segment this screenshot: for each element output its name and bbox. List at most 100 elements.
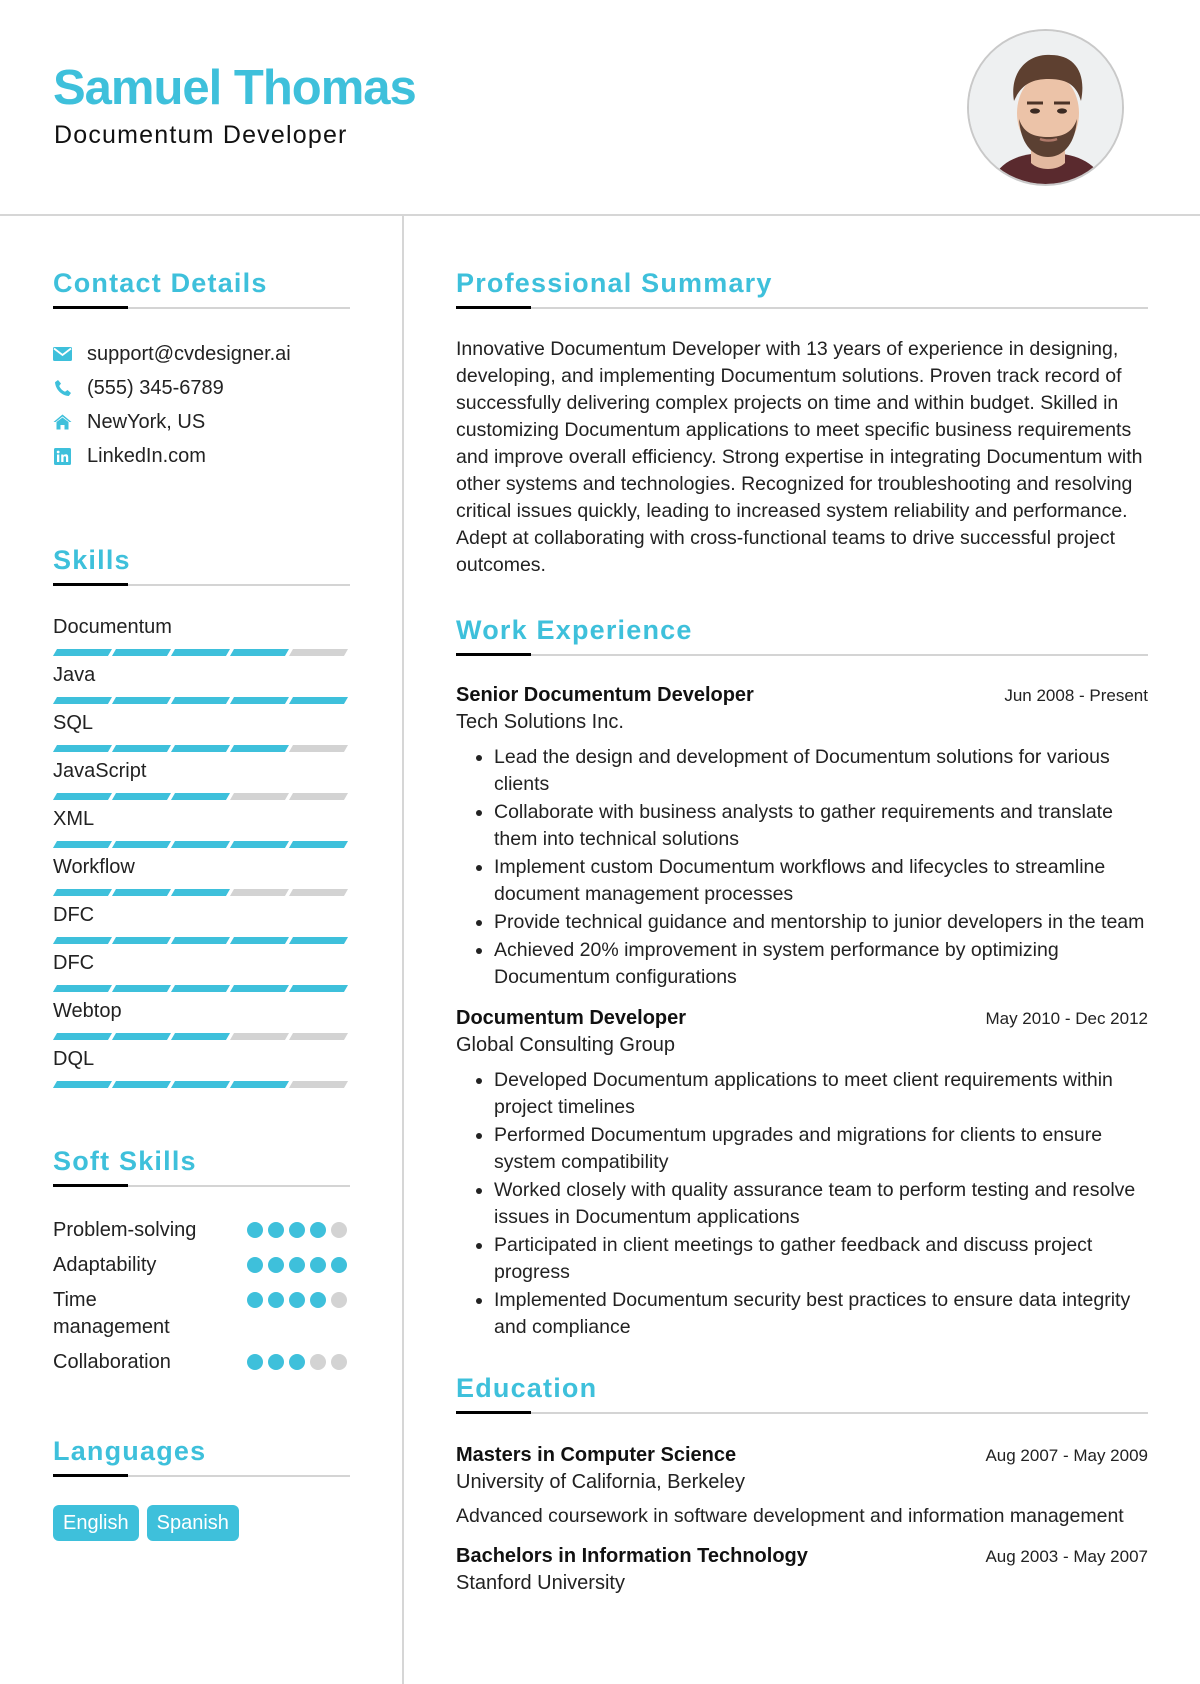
skill-item: DFC (52, 902, 350, 944)
section-title: Professional Summary (456, 268, 773, 298)
soft-skill-rating (247, 1292, 347, 1308)
linkedin-icon (53, 447, 72, 466)
skill-level-bar (52, 985, 350, 992)
section-title: Languages (53, 1436, 207, 1466)
contact-linkedin[interactable]: LinkedIn.com (53, 439, 350, 473)
experience-section: Work Experience Senior Documentum Develo… (456, 613, 1148, 1341)
skill-name: Java (53, 664, 96, 686)
skill-name: SQL (53, 712, 94, 734)
job-company: Global Consulting Group (456, 1034, 676, 1056)
home-icon (53, 413, 72, 432)
skill-segment-filled (229, 697, 290, 704)
job-bullet: Worked closely with quality assurance te… (494, 1177, 1148, 1231)
job-entry: Documentum Developer May 2010 - Dec 2012 G… (456, 1005, 1148, 1341)
skill-segment-filled (170, 649, 231, 656)
rating-dot-filled (289, 1257, 305, 1273)
skill-segment-filled (111, 649, 172, 656)
soft-skills-section: Soft Skills Problem-solving Adaptability T… (53, 1144, 350, 1376)
rating-dot-filled (247, 1354, 263, 1370)
skill-level-bar (52, 649, 350, 656)
skill-segment-empty (229, 1033, 290, 1040)
skill-segment-filled (229, 985, 290, 992)
section-rule (456, 1411, 1148, 1414)
skill-segment-empty (288, 793, 349, 800)
skill-segment-filled (288, 985, 349, 992)
education-dates: Aug 2007 - May 2009 (985, 1446, 1148, 1465)
skill-segment-filled (52, 745, 113, 752)
skill-item: Workflow (52, 854, 350, 896)
rating-dot-filled (289, 1222, 305, 1238)
soft-skill-name: Adaptability (53, 1254, 157, 1276)
contact-phone-text: (555) 345-6789 (87, 376, 224, 399)
contact-phone[interactable]: (555) 345-6789 (53, 371, 350, 405)
education-entry: Masters in Computer Science Aug 2007 - Ma… (456, 1442, 1148, 1531)
column-divider (402, 216, 404, 1684)
soft-skill-item: Collaboration (53, 1349, 350, 1376)
skill-segment-filled (111, 937, 172, 944)
job-bullets: Developed Documentum applications to mee… (456, 1067, 1148, 1341)
skill-segment-filled (229, 841, 290, 848)
skill-segment-filled (170, 841, 231, 848)
contact-location: NewYork, US (53, 405, 350, 439)
skill-segment-empty (229, 889, 290, 896)
skill-name: DFC (53, 952, 95, 974)
rating-dot-filled (268, 1354, 284, 1370)
skill-segment-filled (52, 1081, 113, 1088)
job-bullet: Lead the design and development of Docum… (494, 744, 1148, 798)
job-bullet: Developed Documentum applications to mee… (494, 1067, 1148, 1121)
soft-skill-rating (247, 1257, 347, 1273)
skill-segment-filled (111, 793, 172, 800)
rating-dot-filled (268, 1257, 284, 1273)
education-degree: Bachelors in Information Technology (456, 1545, 808, 1567)
job-dates: May 2010 - Dec 2012 (985, 1009, 1148, 1028)
skill-segment-filled (288, 697, 349, 704)
job-role: Documentum Developer (456, 1007, 687, 1029)
rating-dot-filled (310, 1292, 326, 1308)
skill-segment-filled (52, 793, 113, 800)
rating-dot-filled (247, 1257, 263, 1273)
languages-section: Languages English Spanish (53, 1434, 350, 1541)
candidate-title: Documentum Developer (54, 121, 348, 149)
summary-text: Innovative Documentum Developer with 13 … (456, 338, 1143, 576)
skill-item: DFC (52, 950, 350, 992)
education-school: Stanford University (456, 1572, 625, 1594)
job-bullet: Achieved 20% improvement in system perfo… (494, 937, 1148, 991)
skill-segment-empty (288, 745, 349, 752)
rating-dot-empty (331, 1222, 347, 1238)
rating-dot-filled (310, 1222, 326, 1238)
skill-segment-filled (229, 937, 290, 944)
section-title: Skills (53, 545, 131, 575)
skill-name: Documentum (53, 616, 172, 638)
skill-segment-filled (52, 889, 113, 896)
skill-level-bar (52, 841, 350, 848)
skill-name: DQL (53, 1048, 95, 1070)
phone-icon (53, 379, 72, 398)
skill-item: JavaScript (52, 758, 350, 800)
rating-dot-filled (289, 1292, 305, 1308)
job-bullet: Provide technical guidance and mentorshi… (494, 909, 1148, 936)
email-icon (53, 345, 72, 364)
contact-email[interactable]: support@cvdesigner.ai (53, 337, 350, 371)
skill-segment-filled (170, 1033, 231, 1040)
job-bullet: Implement custom Documentum workflows an… (494, 854, 1148, 908)
section-title: Soft Skills (53, 1146, 197, 1176)
skill-item: DQL (52, 1046, 350, 1088)
soft-skill-name: Time management (53, 1289, 170, 1338)
resume-header: Samuel Thomas Documentum Developer (0, 0, 1200, 216)
education-dates: Aug 2003 - May 2007 (985, 1547, 1148, 1566)
skill-item: Java (52, 662, 350, 704)
education-header: Bachelors in Information Technology Aug 2… (456, 1543, 1148, 1570)
section-rule (53, 1184, 350, 1187)
skill-segment-filled (111, 1033, 172, 1040)
avatar (967, 29, 1124, 186)
skill-segment-filled (229, 649, 290, 656)
contact-location-text: NewYork, US (87, 410, 206, 433)
skill-segment-filled (170, 1081, 231, 1088)
soft-skill-item: Time management (53, 1287, 350, 1341)
rating-dot-filled (310, 1257, 326, 1273)
skill-segment-empty (288, 1081, 349, 1088)
soft-skill-item: Problem-solving (53, 1217, 350, 1244)
rating-dot-filled (331, 1257, 347, 1273)
skill-segment-filled (52, 649, 113, 656)
candidate-name: Samuel Thomas (53, 61, 417, 115)
